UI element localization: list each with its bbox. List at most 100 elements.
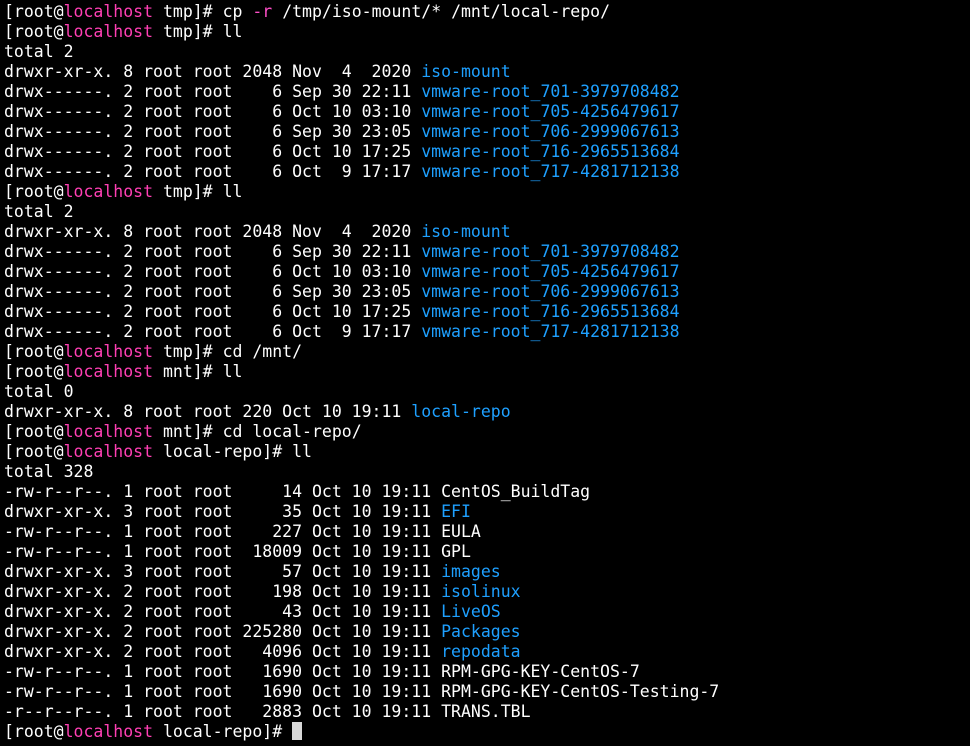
directory-name: vmware-root_717-4281712138: [421, 162, 680, 181]
file-meta: drwx------. 2 root root 6 Sep 30 22:11: [4, 242, 422, 261]
listing-row: drwx------. 2 root root 6 Oct 10 17:25 v…: [4, 142, 970, 162]
directory-name: repodata: [441, 642, 521, 661]
prompt-cwd: mnt]#: [153, 422, 223, 441]
prompt-hostname: localhost: [63, 182, 154, 201]
file-meta: drwxr-xr-x. 8 root root 2048 Nov 4 2020: [4, 222, 422, 241]
file-meta: -rw-r--r--. 1 root root 1690 Oct 10 19:1…: [4, 662, 442, 681]
output-line: total 2: [4, 42, 970, 62]
listing-row: drwxr-xr-x. 8 root root 220 Oct 10 19:11…: [4, 402, 970, 422]
file-meta: -rw-r--r--. 1 root root 227 Oct 10 19:11: [4, 522, 442, 541]
prompt-cwd: mnt]#: [153, 362, 223, 381]
command-text: ll: [222, 22, 243, 41]
directory-name: iso-mount: [421, 222, 511, 241]
file-name: RPM-GPG-KEY-CentOS-7: [441, 662, 640, 681]
prompt-hostname: localhost: [63, 722, 154, 741]
directory-name: LiveOS: [441, 602, 501, 621]
directory-name: vmware-root_706-2999067613: [421, 122, 680, 141]
output-line: total 2: [4, 202, 970, 222]
prompt-line: [root@localhost tmp]# ll: [4, 22, 970, 42]
file-meta: drwx------. 2 root root 6 Oct 10 17:25: [4, 142, 422, 161]
file-meta: drwx------. 2 root root 6 Sep 30 23:05: [4, 122, 422, 141]
output-text: total 328: [4, 462, 94, 481]
prompt-line: [root@localhost local-repo]#: [4, 722, 970, 742]
listing-row: drwx------. 2 root root 6 Oct 9 17:17 vm…: [4, 162, 970, 182]
prompt-line: [root@localhost local-repo]# ll: [4, 442, 970, 462]
listing-row: drwxr-xr-x. 8 root root 2048 Nov 4 2020 …: [4, 222, 970, 242]
directory-name: images: [441, 562, 501, 581]
prompt-user: [root@: [4, 342, 64, 361]
listing-row: drwxr-xr-x. 2 root root 198 Oct 10 19:11…: [4, 582, 970, 602]
command-text: ll: [222, 362, 243, 381]
prompt-hostname: localhost: [63, 442, 154, 461]
prompt-cwd: local-repo]#: [153, 442, 293, 461]
file-name: CentOS_BuildTag: [441, 482, 591, 501]
listing-row: drwx------. 2 root root 6 Sep 30 23:05 v…: [4, 282, 970, 302]
command-text: cp -r /tmp/iso-mount/* /mnt/local-repo/: [222, 2, 611, 21]
directory-name: Packages: [441, 622, 521, 641]
terminal-window[interactable]: [root@localhost tmp]# cp -r /tmp/iso-mou…: [0, 0, 970, 746]
listing-row: -rw-r--r--. 1 root root 1690 Oct 10 19:1…: [4, 662, 970, 682]
prompt-hostname: localhost: [63, 2, 154, 21]
text-cursor: [292, 722, 303, 740]
file-meta: drwx------. 2 root root 6 Oct 10 03:10: [4, 102, 422, 121]
command-text: ll: [292, 442, 312, 461]
prompt-cwd: tmp]#: [153, 22, 223, 41]
file-name: RPM-GPG-KEY-CentOS-Testing-7: [441, 682, 720, 701]
directory-name: local-repo: [411, 402, 511, 421]
listing-row: drwx------. 2 root root 6 Oct 9 17:17 vm…: [4, 322, 970, 342]
listing-row: drwx------. 2 root root 6 Oct 10 17:25 v…: [4, 302, 970, 322]
file-meta: drwx------. 2 root root 6 Oct 9 17:17: [4, 322, 422, 341]
prompt-cwd: tmp]#: [153, 342, 223, 361]
listing-row: -r--r--r--. 1 root root 2883 Oct 10 19:1…: [4, 702, 970, 722]
file-meta: drwxr-xr-x. 8 root root 220 Oct 10 19:11: [4, 402, 412, 421]
prompt-user: [root@: [4, 362, 64, 381]
listing-row: drwxr-xr-x. 3 root root 57 Oct 10 19:11 …: [4, 562, 970, 582]
prompt-user: [root@: [4, 2, 64, 21]
directory-name: iso-mount: [421, 62, 511, 81]
output-text: total 2: [4, 42, 74, 61]
listing-row: -rw-r--r--. 1 root root 227 Oct 10 19:11…: [4, 522, 970, 542]
directory-name: vmware-root_716-2965513684: [421, 302, 680, 321]
prompt-line: [root@localhost tmp]# cd /mnt/: [4, 342, 970, 362]
command-text: cd local-repo/: [222, 422, 362, 441]
file-meta: drwxr-xr-x. 2 root root 198 Oct 10 19:11: [4, 582, 442, 601]
file-meta: drwxr-xr-x. 3 root root 35 Oct 10 19:11: [4, 502, 442, 521]
file-meta: drwxr-xr-x. 3 root root 57 Oct 10 19:11: [4, 562, 442, 581]
prompt-cwd: tmp]#: [153, 182, 223, 201]
prompt-cwd: local-repo]#: [153, 722, 293, 741]
listing-row: drwx------. 2 root root 6 Oct 10 03:10 v…: [4, 262, 970, 282]
prompt-hostname: localhost: [63, 362, 154, 381]
file-meta: drwxr-xr-x. 2 root root 4096 Oct 10 19:1…: [4, 642, 442, 661]
file-meta: drwx------. 2 root root 6 Oct 9 17:17: [4, 162, 422, 181]
prompt-hostname: localhost: [63, 342, 154, 361]
listing-row: drwxr-xr-x. 2 root root 4096 Oct 10 19:1…: [4, 642, 970, 662]
file-meta: drwxr-xr-x. 8 root root 2048 Nov 4 2020: [4, 62, 422, 81]
file-name: GPL: [441, 542, 471, 561]
listing-row: drwxr-xr-x. 8 root root 2048 Nov 4 2020 …: [4, 62, 970, 82]
directory-name: vmware-root_706-2999067613: [421, 282, 680, 301]
file-name: EULA: [441, 522, 481, 541]
prompt-line: [root@localhost tmp]# cp -r /tmp/iso-mou…: [4, 2, 970, 22]
directory-name: vmware-root_717-4281712138: [421, 322, 680, 341]
file-meta: -r--r--r--. 1 root root 2883 Oct 10 19:1…: [4, 702, 442, 721]
file-meta: -rw-r--r--. 1 root root 1690 Oct 10 19:1…: [4, 682, 442, 701]
listing-row: drwx------. 2 root root 6 Oct 10 03:10 v…: [4, 102, 970, 122]
command-text: ll: [222, 182, 243, 201]
prompt-user: [root@: [4, 422, 64, 441]
output-line: total 0: [4, 382, 970, 402]
file-name: TRANS.TBL: [441, 702, 531, 721]
prompt-line: [root@localhost mnt]# ll: [4, 362, 970, 382]
directory-name: isolinux: [441, 582, 521, 601]
listing-row: -rw-r--r--. 1 root root 1690 Oct 10 19:1…: [4, 682, 970, 702]
prompt-user: [root@: [4, 182, 64, 201]
file-meta: -rw-r--r--. 1 root root 14 Oct 10 19:11: [4, 482, 442, 501]
file-meta: drwx------. 2 root root 6 Oct 10 17:25: [4, 302, 422, 321]
listing-row: drwxr-xr-x. 3 root root 35 Oct 10 19:11 …: [4, 502, 970, 522]
file-meta: -rw-r--r--. 1 root root 18009 Oct 10 19:…: [4, 542, 442, 561]
prompt-hostname: localhost: [63, 422, 154, 441]
directory-name: vmware-root_705-4256479617: [421, 262, 680, 281]
listing-row: -rw-r--r--. 1 root root 14 Oct 10 19:11 …: [4, 482, 970, 502]
directory-name: vmware-root_701-3979708482: [421, 82, 680, 101]
listing-row: -rw-r--r--. 1 root root 18009 Oct 10 19:…: [4, 542, 970, 562]
file-meta: drwx------. 2 root root 6 Sep 30 22:11: [4, 82, 422, 101]
